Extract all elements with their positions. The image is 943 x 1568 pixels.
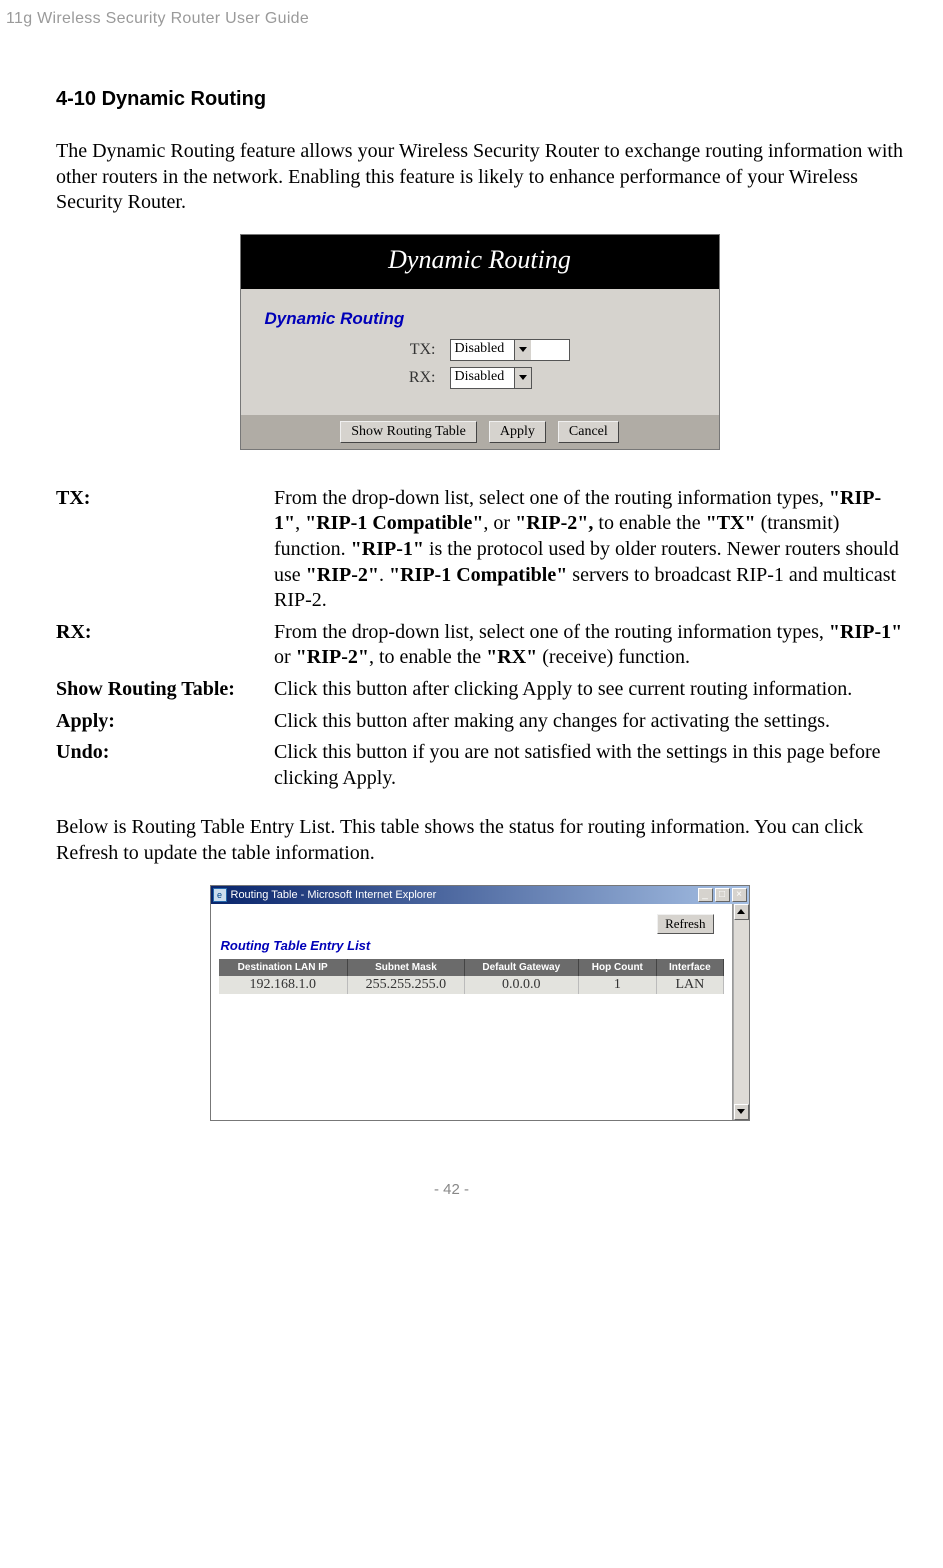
cell-gateway: 0.0.0.0 bbox=[464, 976, 578, 994]
tx-label: TX: bbox=[265, 341, 450, 359]
table-header-row: Destination LAN IP Subnet Mask Default G… bbox=[219, 959, 724, 976]
chevron-down-icon[interactable] bbox=[514, 340, 531, 360]
def-desc-show: Click this button after clicking Apply t… bbox=[274, 677, 903, 709]
section-title: 4-10 Dynamic Routing bbox=[56, 88, 903, 111]
below-paragraph: Below is Routing Table Entry List. This … bbox=[56, 815, 903, 866]
panel-subtitle: Dynamic Routing bbox=[265, 309, 695, 329]
content: 4-10 Dynamic Routing The Dynamic Routing… bbox=[0, 88, 903, 1121]
refresh-button[interactable]: Refresh bbox=[657, 914, 713, 934]
cell-hop: 1 bbox=[578, 976, 657, 994]
def-desc-rx: From the drop-down list, select one of t… bbox=[274, 620, 903, 677]
def-term-tx: TX: bbox=[56, 486, 274, 620]
routing-table-figure: e Routing Table - Microsoft Internet Exp… bbox=[56, 885, 903, 1121]
button-bar: Show Routing Table Apply Cancel bbox=[241, 415, 719, 449]
scroll-up-icon[interactable] bbox=[734, 904, 749, 920]
col-interface: Interface bbox=[657, 959, 723, 976]
scroll-down-icon[interactable] bbox=[734, 1104, 749, 1120]
def-term-show: Show Routing Table: bbox=[56, 677, 274, 709]
tx-select[interactable]: Disabled bbox=[450, 339, 570, 361]
col-gateway: Default Gateway bbox=[464, 959, 578, 976]
close-icon[interactable]: × bbox=[732, 888, 747, 902]
page-header: 11g Wireless Security Router User Guide bbox=[0, 10, 903, 28]
rx-select-value: Disabled bbox=[451, 368, 515, 388]
def-desc-apply: Click this button after making any chang… bbox=[274, 709, 903, 741]
dynamic-routing-figure: Dynamic Routing Dynamic Routing TX: Disa… bbox=[56, 234, 903, 450]
intro-paragraph: The Dynamic Routing feature allows your … bbox=[56, 139, 903, 216]
apply-button[interactable]: Apply bbox=[489, 421, 546, 443]
table-row: 192.168.1.0 255.255.255.0 0.0.0.0 1 LAN bbox=[219, 976, 724, 994]
minimize-icon[interactable]: _ bbox=[698, 888, 713, 902]
col-mask: Subnet Mask bbox=[347, 959, 464, 976]
routing-table-title: Routing Table Entry List bbox=[221, 938, 724, 953]
def-term-apply: Apply: bbox=[56, 709, 274, 741]
rx-select[interactable]: Disabled bbox=[450, 367, 533, 389]
col-hop: Hop Count bbox=[578, 959, 657, 976]
panel-title: Dynamic Routing bbox=[241, 235, 719, 289]
show-routing-table-button[interactable]: Show Routing Table bbox=[340, 421, 477, 443]
def-term-rx: RX: bbox=[56, 620, 274, 677]
chevron-down-icon[interactable] bbox=[514, 368, 531, 388]
cell-dest: 192.168.1.0 bbox=[219, 976, 348, 994]
cancel-button[interactable]: Cancel bbox=[558, 421, 619, 443]
col-dest: Destination LAN IP bbox=[219, 959, 348, 976]
cell-interface: LAN bbox=[657, 976, 723, 994]
def-desc-undo: Click this button if you are not satisfi… bbox=[274, 740, 903, 797]
routing-table: Destination LAN IP Subnet Mask Default G… bbox=[219, 959, 724, 994]
window-title-text: Routing Table - Microsoft Internet Explo… bbox=[231, 889, 437, 901]
tx-select-value: Disabled bbox=[451, 340, 515, 360]
maximize-icon[interactable]: □ bbox=[715, 888, 730, 902]
window-titlebar: e Routing Table - Microsoft Internet Exp… bbox=[211, 886, 749, 904]
page-number: - 42 - bbox=[0, 1181, 903, 1198]
def-desc-tx: From the drop-down list, select one of t… bbox=[274, 486, 903, 620]
scrollbar[interactable] bbox=[733, 904, 749, 1120]
cell-mask: 255.255.255.0 bbox=[347, 976, 464, 994]
definitions-table: TX: From the drop-down list, select one … bbox=[56, 486, 903, 798]
ie-icon: e bbox=[213, 888, 227, 902]
def-term-undo: Undo: bbox=[56, 740, 274, 797]
rx-label: RX: bbox=[265, 369, 450, 387]
